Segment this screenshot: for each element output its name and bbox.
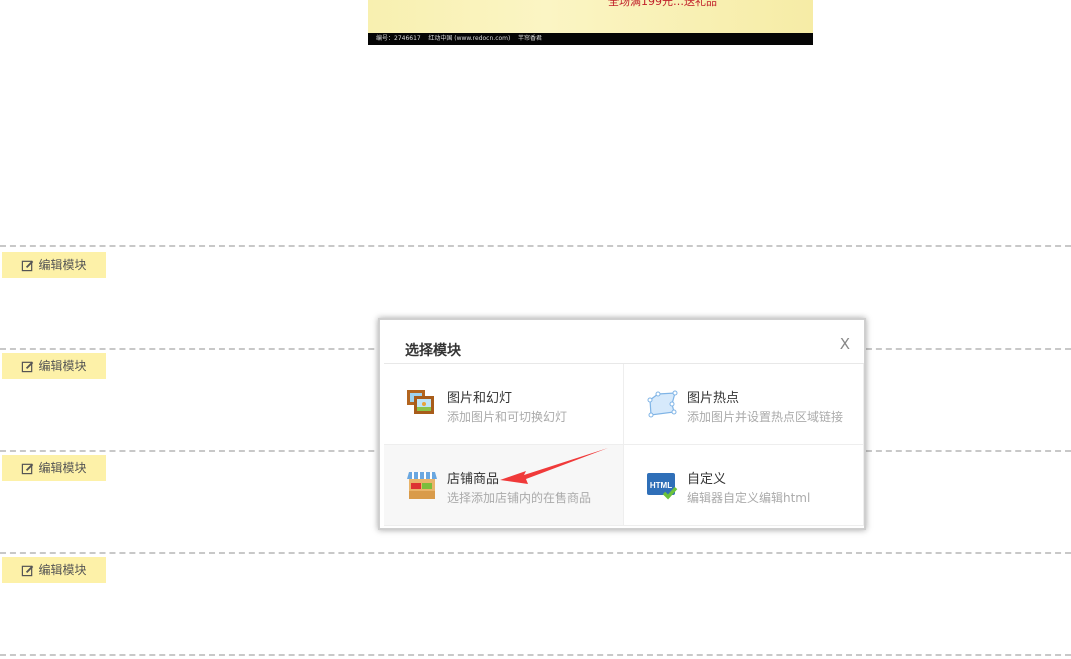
option-desc: 编辑器自定义编辑html <box>687 491 811 505</box>
html-icon: HTML <box>647 473 678 500</box>
edit-module-button[interactable]: 编辑模块 <box>2 557 106 583</box>
banner-footer: 编号：2746617 红动中国 (www.redocn.com) 芊帘香君 <box>368 33 813 45</box>
edit-icon <box>22 463 34 474</box>
dialog-header: 选择模块 X <box>384 320 864 364</box>
option-custom-html[interactable]: HTML 自定义 编辑器自定义编辑html <box>624 445 864 526</box>
edit-module-button[interactable]: 编辑模块 <box>2 252 106 278</box>
option-title: 自定义 <box>687 472 727 487</box>
edit-module-button[interactable]: 编辑模块 <box>2 455 106 481</box>
select-module-dialog: 选择模块 X 图片和幻灯 添加图片和可切换幻灯 图片热点 添加图片并设置热点区域… <box>378 318 866 530</box>
edit-module-label: 编辑模块 <box>38 258 87 272</box>
banner-headline: 全场满199元…送礼品 <box>608 0 717 8</box>
option-title: 店铺商品 <box>447 472 500 487</box>
module-divider <box>0 552 1071 554</box>
option-desc: 添加图片并设置热点区域链接 <box>687 410 844 424</box>
option-desc: 添加图片和可切换幻灯 <box>447 410 568 424</box>
annotation-arrow <box>500 448 608 484</box>
option-picture-slideshow[interactable]: 图片和幻灯 添加图片和可切换幻灯 <box>384 364 624 445</box>
option-desc: 选择添加店铺内的在售商品 <box>447 491 592 505</box>
edit-icon <box>22 260 34 271</box>
picture-slideshow-icon <box>407 390 434 414</box>
module-divider <box>0 245 1071 247</box>
edit-module-button[interactable]: 编辑模块 <box>2 353 106 379</box>
edit-icon <box>22 361 34 372</box>
module-divider <box>0 654 1071 656</box>
option-hotspot[interactable]: 图片热点 添加图片并设置热点区域链接 <box>624 364 864 445</box>
option-title: 图片热点 <box>687 391 740 406</box>
edit-icon <box>22 565 34 576</box>
option-title: 图片和幻灯 <box>447 391 513 406</box>
close-button[interactable]: X <box>840 335 850 353</box>
banner-image: 全场满199元…送礼品 编号：2746617 红动中国 (www.redocn.… <box>368 0 813 45</box>
hotspot-icon <box>647 390 678 418</box>
edit-module-label: 编辑模块 <box>38 461 87 475</box>
dialog-title: 选择模块 <box>405 343 461 359</box>
shop-icon <box>407 472 437 499</box>
edit-module-label: 编辑模块 <box>38 359 87 373</box>
edit-module-label: 编辑模块 <box>38 563 87 577</box>
svg-text:HTML: HTML <box>650 481 672 490</box>
